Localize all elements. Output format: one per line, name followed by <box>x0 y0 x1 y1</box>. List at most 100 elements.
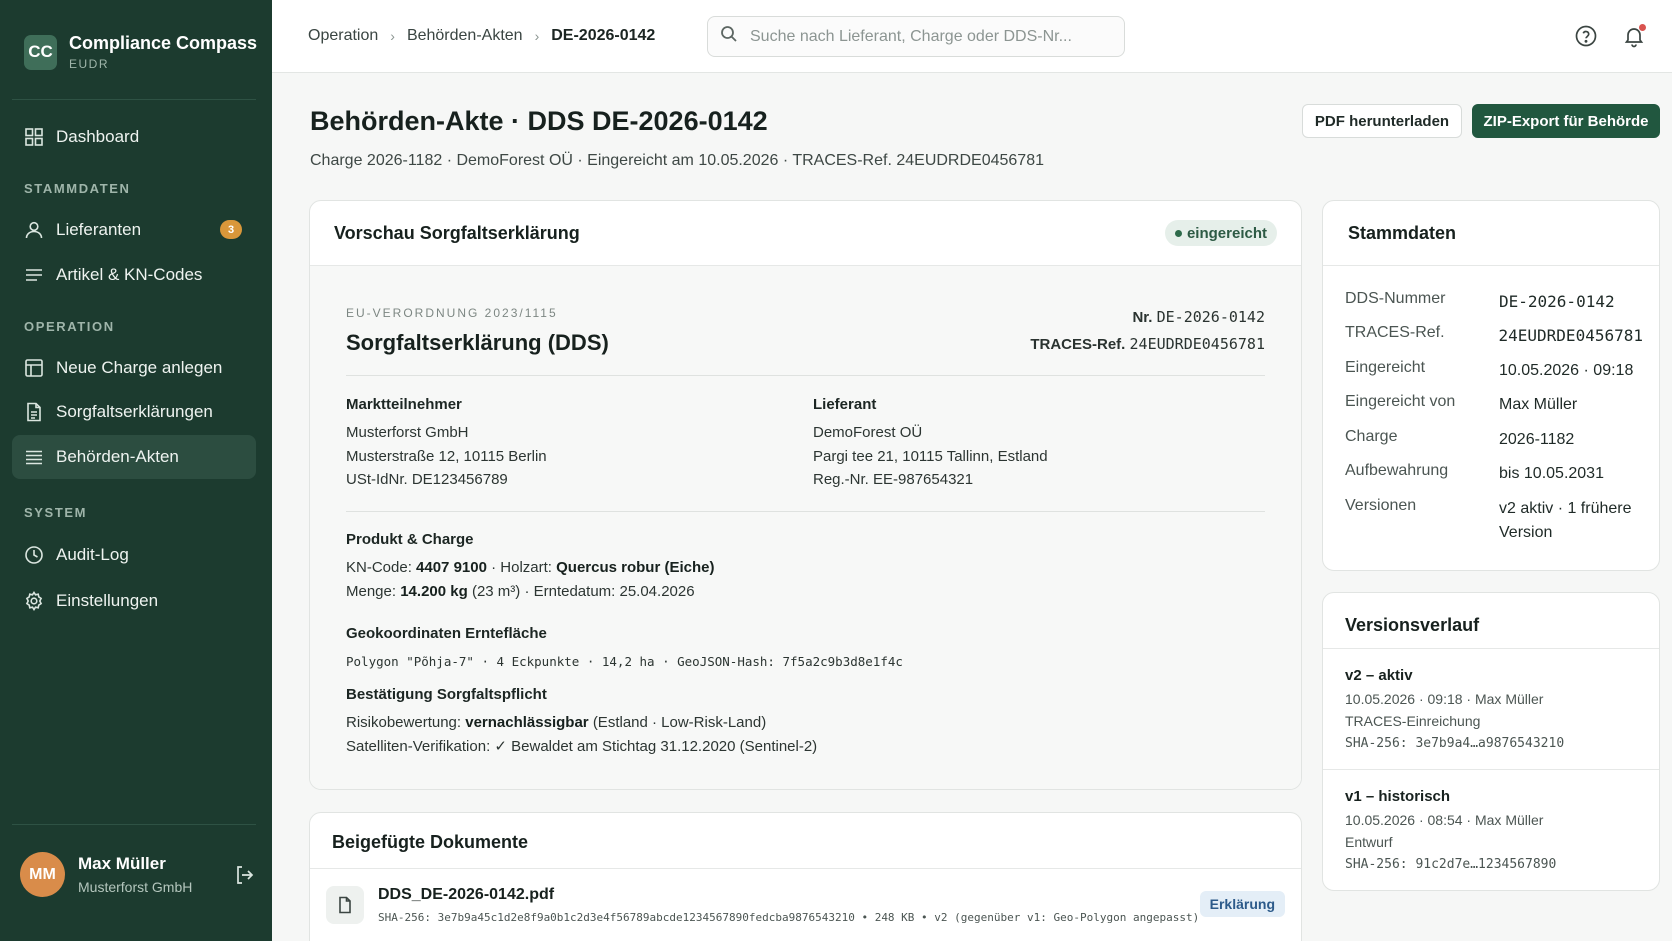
sidebar-divider <box>12 824 256 825</box>
sidebar-item-sorgfaltserklaerungen[interactable]: Sorgfaltserklärungen <box>12 390 256 434</box>
user-name: Max Müller <box>78 854 166 873</box>
version-meta: 10.05.2026 · 08:54 · Max Müller <box>1345 812 1544 828</box>
divider <box>1323 648 1659 649</box>
row-key: Charge <box>1345 428 1398 445</box>
document-number: Nr. DE-2026-0142 TRACES-Ref. 24EUDRDE045… <box>1030 304 1265 358</box>
version-meta: 10.05.2026 · 09:18 · Max Müller <box>1345 691 1544 707</box>
row-key: Versionen <box>1345 497 1417 514</box>
brand-subtitle: EUDR <box>69 57 110 71</box>
sidebar-item-label: Sorgfaltserklärungen <box>56 402 213 421</box>
sidebar-item-audit-log[interactable]: Audit-Log <box>12 533 256 577</box>
bell-icon[interactable] <box>1622 24 1646 53</box>
brand[interactable]: CC Compliance Compass EUDR <box>24 33 257 71</box>
topbar: Operation › Behörden-Akten › DE-2026-014… <box>272 0 1672 73</box>
preview-title: Vorschau Sorgfaltserklärung <box>334 223 580 243</box>
kn-value: 4407 9100 <box>416 559 487 576</box>
search-input[interactable] <box>750 27 1110 46</box>
row-value: bis 10.05.2031 <box>1499 465 1604 482</box>
row-key: Aufbewahrung <box>1345 462 1449 479</box>
address-line: USt-IdNr. DE123456789 <box>346 471 508 488</box>
user-profile[interactable]: MM Max Müller Musterforst GmbH <box>20 852 256 897</box>
product-heading: Produkt & Charge <box>346 531 474 548</box>
file-icon <box>326 886 364 924</box>
address-line: Pargi tee 21, 10115 Tallinn, Estland <box>813 447 1048 465</box>
address-line: Musterstraße 12, 10115 Berlin <box>346 447 547 465</box>
grid-icon <box>24 127 44 147</box>
row-key: Eingereicht <box>1345 359 1426 376</box>
qty-value: 14.200 kg <box>400 582 468 600</box>
master-row: Eingereicht von Max Müller <box>1345 393 1643 417</box>
master-row: DDS-Nummer DE-2026-0142 <box>1345 290 1643 314</box>
divider <box>1323 769 1659 770</box>
help-icon[interactable] <box>1574 24 1598 53</box>
confirmation-heading: Bestätigung Sorgfaltspflicht <box>346 686 547 703</box>
row-value: 2026-1182 <box>1499 431 1575 448</box>
sidebar-item-label: Lieferanten <box>56 220 142 239</box>
sidebar-item-label: Einstellungen <box>56 591 159 610</box>
risk-extra: (Estland · Low-Risk-Land) <box>592 714 767 731</box>
divider <box>346 511 1265 512</box>
preview-card: Vorschau Sorgfaltserklärung eingereicht … <box>309 200 1302 790</box>
kn-label: KN-Code: <box>346 559 412 576</box>
chevron-right-icon: › <box>390 28 395 44</box>
supplier-heading: Lieferant <box>813 396 877 413</box>
version-hash: SHA-256: 91c2d7e…1234567890 <box>1345 857 1557 872</box>
traces-value: 24EUDRDE0456781 <box>1129 335 1265 353</box>
sidebar-item-label: Artikel & KN-Codes <box>56 265 203 284</box>
sidebar-item-behoerden-akten[interactable]: Behörden-Akten <box>12 435 256 479</box>
supplier-address: DemoForest OÜ Pargi tee 21, 10115 Tallin… <box>813 421 1048 492</box>
sidebar: CC Compliance Compass EUDR Dashboard STA… <box>0 0 272 941</box>
sidebar-item-neue-charge[interactable]: Neue Charge anlegen <box>12 346 256 390</box>
page-subtitle: Charge 2026-1182 · DemoForest OÜ · Einge… <box>310 152 1044 169</box>
address-line: Musterforst GmbH <box>346 424 469 441</box>
divider <box>346 375 1265 376</box>
risk-value: vernachlässigbar <box>465 714 589 731</box>
row-key: DDS-Nummer <box>1345 290 1446 307</box>
qty-extra: (23 m³) · Erntedatum: 25.04.2026 <box>471 582 695 600</box>
row-key: TRACES-Ref. <box>1345 324 1445 341</box>
sidebar-item-dashboard[interactable]: Dashboard <box>12 115 256 159</box>
address-line: DemoForest OÜ <box>813 424 923 441</box>
brand-logo: CC <box>24 34 57 70</box>
chevron-right-icon: › <box>534 28 540 44</box>
search-box[interactable] <box>707 16 1125 57</box>
file-meta: SHA-256: 3e7b9a45c1d2e8f9a0b1c2d3e4f5678… <box>378 911 1200 924</box>
zip-export-button[interactable]: ZIP-Export für Behörde <box>1472 104 1660 138</box>
gear-icon <box>24 591 44 611</box>
nav-section-system: SYSTEM <box>24 505 88 520</box>
logout-icon[interactable] <box>234 864 256 891</box>
file-name[interactable]: DDS_DE-2026-0142.pdf <box>378 886 554 904</box>
sidebar-item-artikel[interactable]: Artikel & KN-Codes <box>12 253 256 297</box>
sidebar-item-einstellungen[interactable]: Einstellungen <box>12 579 256 623</box>
confirmation-details: Risikobewertung: vernachlässigbar (Estla… <box>346 711 817 758</box>
row-value: DE-2026-0142 <box>1499 292 1615 311</box>
status-badge: eingereicht <box>1164 220 1277 246</box>
master-row: Eingereicht 10.05.2026 · 09:18 <box>1345 359 1643 383</box>
version-history-title: Versionsverlauf <box>1345 615 1480 635</box>
nr-value: DE-2026-0142 <box>1156 308 1265 326</box>
version-hash: SHA-256: 3e7b9a4…a9876543210 <box>1345 736 1565 751</box>
sidebar-item-label: Dashboard <box>56 127 140 146</box>
list-icon <box>24 447 44 467</box>
row-value: v2 aktiv · 1 frühere Version <box>1499 500 1632 541</box>
nav-section-stammdaten: STAMMDATEN <box>24 181 131 196</box>
row-key: Eingereicht von <box>1345 393 1456 410</box>
sidebar-item-label: Behörden-Akten <box>56 447 179 466</box>
layout-icon <box>24 358 44 378</box>
wood-value: Quercus robur (Eiche) <box>556 559 715 576</box>
document-type-tag: Erklärung <box>1199 891 1285 917</box>
breadcrumb-item[interactable]: Operation <box>308 27 378 45</box>
page-title: Behörden-Akte · DDS DE-2026-0142 <box>310 106 768 136</box>
version-title: v1 – historisch <box>1345 788 1451 805</box>
sidebar-item-lieferanten[interactable]: Lieferanten 3 <box>12 208 256 252</box>
breadcrumb-item[interactable]: Behörden-Akten <box>407 27 523 45</box>
master-row: Aufbewahrung bis 10.05.2031 <box>1345 462 1643 486</box>
sidebar-item-label: Neue Charge anlegen <box>56 358 223 377</box>
brand-title: Compliance Compass <box>69 33 258 53</box>
pdf-download-button[interactable]: PDF herunterladen <box>1302 104 1462 138</box>
user-org: Musterforst GmbH <box>78 879 193 895</box>
list-icon <box>24 265 44 285</box>
satellite-verification: Satelliten-Verifikation: ✓ Bewaldet am S… <box>346 737 818 755</box>
wood-label: · Holzart: <box>491 559 552 576</box>
version-history-card: Versionsverlauf v2 – aktiv 10.05.2026 · … <box>1322 592 1660 891</box>
